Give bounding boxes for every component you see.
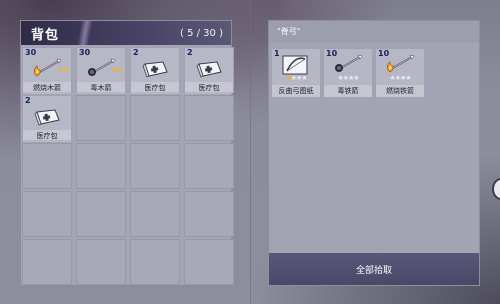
loot-slot[interactable]: 10 ★★★★ 毒铁箭 [323, 48, 373, 98]
item-quantity: 2 [133, 48, 139, 57]
backpack-slot[interactable]: 2 医疗包 [22, 95, 72, 142]
backpack-slot[interactable] [130, 95, 180, 141]
backpack-capacity: ( 5 / 30 ) [180, 27, 223, 39]
backpack-slot[interactable] [184, 95, 234, 141]
backpack-slot[interactable] [76, 239, 126, 285]
backpack-slot[interactable] [184, 143, 234, 189]
backpack-slot[interactable] [130, 191, 180, 237]
item-name: 毒木箭 [77, 82, 125, 94]
loot-slot[interactable]: 1 ★★★★ 反曲弓图纸 [271, 48, 321, 98]
medkit-icon [140, 57, 170, 81]
item-quantity: 30 [79, 48, 91, 57]
backpack-slot[interactable] [76, 95, 126, 141]
item-quantity: 1 [274, 49, 280, 58]
backpack-slot[interactable]: 30 ★★ 燃烧木箭 [22, 47, 72, 94]
backpack-slot[interactable] [130, 239, 180, 285]
backpack-slot[interactable] [184, 191, 234, 237]
item-name: 燃烧铁箭 [376, 85, 424, 97]
backpack-slot[interactable] [76, 191, 126, 237]
backpack-grid: 30 ★★ 燃烧木箭 30 ★★ 毒木箭 2 医疗包 2 医疗包 2 医疗包 [21, 47, 234, 287]
item-name: 燃烧木箭 [23, 82, 71, 94]
item-rarity-stars: ★★ [57, 66, 69, 74]
backpack-slot[interactable]: 2 医疗包 [184, 47, 234, 94]
item-rarity-stars: ★★★★ [285, 74, 307, 82]
backpack-slot[interactable] [76, 143, 126, 189]
backpack-header: 背包 ( 5 / 30 ) [21, 21, 231, 45]
medkit-icon [32, 105, 62, 129]
item-name: 毒铁箭 [324, 85, 372, 97]
backpack-slot[interactable]: 2 医疗包 [130, 47, 180, 94]
backpack-slot[interactable]: 30 ★★ 毒木箭 [76, 47, 126, 94]
backpack-slot[interactable] [184, 239, 234, 285]
loot-source-title: "脊弓" [269, 21, 479, 43]
loot-grid: 1 ★★★★ 反曲弓图纸 10 ★★★★ 毒铁箭 10 ★★★★ 燃烧铁箭 [271, 48, 425, 98]
item-quantity: 30 [25, 48, 37, 57]
item-rarity-stars: ★★★★ [389, 74, 411, 82]
item-quantity: 2 [187, 48, 193, 57]
loot-panel: "脊弓" 1 ★★★★ 反曲弓图纸 10 ★★★★ 毒铁箭 10 ★★★★ 燃烧铁箭 全部拾取 [268, 20, 480, 286]
item-name: 医疗包 [23, 130, 71, 142]
item-quantity: 2 [25, 96, 31, 105]
pickup-all-button[interactable]: 全部拾取 [269, 253, 479, 285]
backpack-slot[interactable] [130, 143, 180, 189]
loot-slot[interactable]: 10 ★★★★ 燃烧铁箭 [375, 48, 425, 98]
panel-divider [250, 0, 251, 304]
backpack-slot[interactable] [22, 143, 72, 189]
backpack-slot[interactable] [22, 239, 72, 285]
backpack-panel: 背包 ( 5 / 30 ) 30 ★★ 燃烧木箭 30 ★★ 毒木箭 2 医疗包 2 医疗包 2 医疗… [20, 20, 234, 287]
item-name: 反曲弓图纸 [272, 85, 320, 97]
backpack-title: 背包 [31, 27, 60, 43]
item-name: 医疗包 [131, 82, 179, 94]
medkit-icon [194, 57, 224, 81]
item-rarity-stars: ★★★★ [337, 74, 359, 82]
backpack-slot[interactable] [22, 191, 72, 237]
item-name: 医疗包 [185, 82, 233, 94]
item-rarity-stars: ★★ [111, 66, 123, 74]
